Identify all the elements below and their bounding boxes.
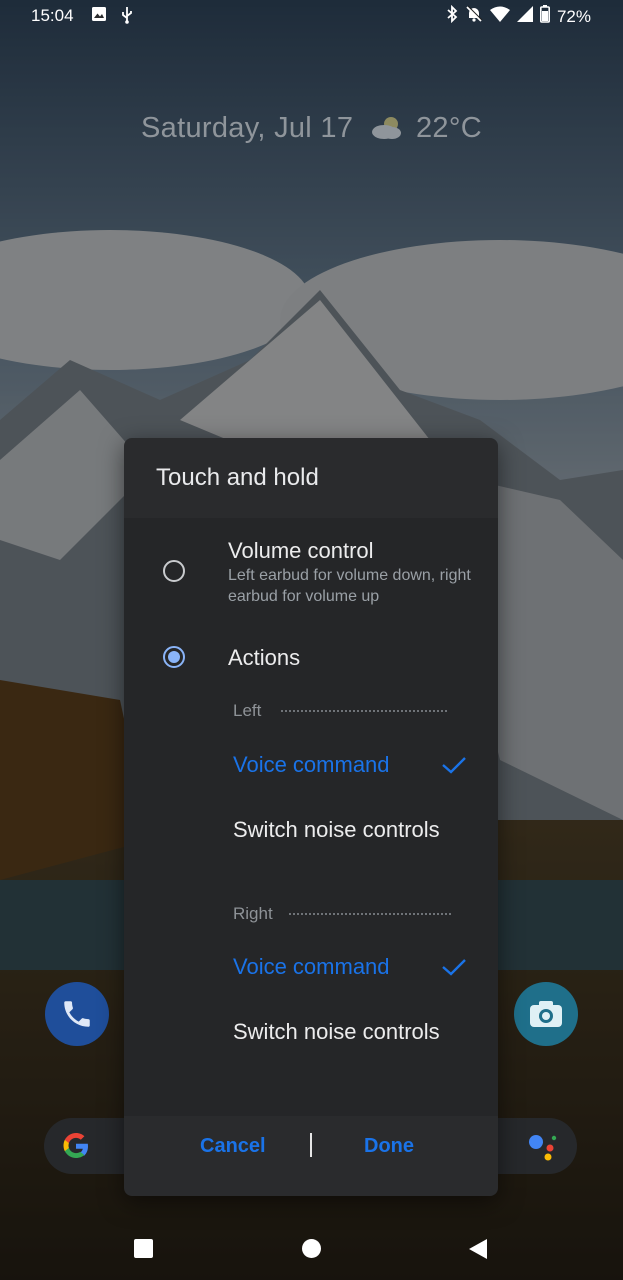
done-button[interactable]: Done xyxy=(364,1135,414,1158)
volume-control-radio[interactable] xyxy=(163,560,185,582)
check-icon xyxy=(442,959,466,976)
partly-cloudy-icon xyxy=(370,115,404,149)
status-bar: 15:04 72% xyxy=(0,0,623,32)
wifi-icon xyxy=(489,6,510,27)
option-actions[interactable]: Actions xyxy=(124,628,498,688)
right-section-label: Right xyxy=(233,904,273,923)
home-button[interactable] xyxy=(302,1239,321,1258)
option-title: Actions xyxy=(228,645,301,670)
option-volume-control[interactable]: Volume control Left earbud for volume do… xyxy=(124,518,498,618)
touch-and-hold-dialog: Touch and hold Volume control Left earbu… xyxy=(124,438,498,1196)
option-description: Left earbud for volume down, right earbu… xyxy=(228,567,471,605)
google-assistant-icon[interactable] xyxy=(524,1130,560,1164)
dialog-body: Volume control Left earbud for volume do… xyxy=(124,518,498,1116)
lockscreen-date: Saturday, Jul 17 xyxy=(141,112,354,144)
dialog-header: Touch and hold xyxy=(124,438,498,518)
camera-app-button[interactable] xyxy=(514,982,578,1046)
camera-icon xyxy=(530,1001,562,1027)
right-choice-switch-noise-controls[interactable]: Switch noise controls xyxy=(233,1017,483,1046)
navigation-bar xyxy=(0,1220,623,1280)
notifications-off-icon xyxy=(465,5,483,28)
back-button[interactable] xyxy=(468,1238,488,1260)
phone-icon xyxy=(64,1001,90,1027)
battery-icon xyxy=(539,5,550,28)
lockscreen-temperature: 22°C xyxy=(415,112,482,144)
bluetooth-icon xyxy=(446,4,458,28)
left-section-label: Left xyxy=(233,701,262,720)
usb-icon xyxy=(120,6,134,29)
check-icon xyxy=(442,757,466,774)
google-logo-icon xyxy=(63,1133,88,1158)
lockscreen-date-weather: Saturday, Jul 17 22°C xyxy=(0,112,623,149)
image-icon xyxy=(91,6,107,27)
left-choice-switch-noise-controls[interactable]: Switch noise controls xyxy=(233,815,483,844)
dialog-title: Touch and hold xyxy=(156,464,319,491)
right-section-divider xyxy=(289,913,451,915)
button-divider xyxy=(310,1133,312,1157)
status-time: 15:04 xyxy=(31,6,74,25)
battery-percent: 72% xyxy=(556,6,591,26)
dialog-footer: Cancel Done xyxy=(124,1116,498,1196)
phone-app-button[interactable] xyxy=(45,982,109,1046)
left-section-divider xyxy=(281,710,447,712)
cancel-button[interactable]: Cancel xyxy=(200,1135,266,1158)
recents-button[interactable] xyxy=(134,1239,153,1258)
option-title: Volume control xyxy=(228,538,374,563)
cell-signal-icon xyxy=(516,6,533,27)
actions-radio[interactable] xyxy=(163,646,185,668)
